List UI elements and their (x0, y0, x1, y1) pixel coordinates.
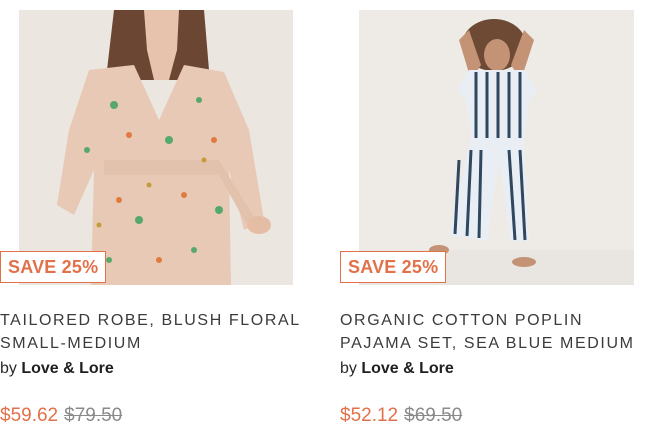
brand-link[interactable]: Love & Lore (361, 360, 453, 377)
sale-price: $52.12 (340, 405, 399, 426)
product-image[interactable] (359, 10, 634, 285)
product-title-line: SMALL-MEDIUM (0, 335, 142, 352)
product-title-line: PAJAMA SET, SEA BLUE MEDIUM (340, 335, 635, 352)
brand-link[interactable]: Love & Lore (21, 360, 113, 377)
product-title-line: TAILORED ROBE, BLUSH FLORAL (0, 312, 301, 329)
pajama-photo (359, 10, 634, 285)
discount-badge: SAVE 25% (0, 251, 107, 283)
discount-badge: SAVE 25% (340, 251, 447, 283)
price: $52.12 $69.50 (340, 405, 462, 427)
sale-price: $59.62 (0, 405, 59, 426)
robe-photo (19, 10, 293, 285)
product-title-line: ORGANIC COTTON POPLIN (340, 312, 584, 329)
product-title[interactable]: ORGANIC COTTON POPLIN PAJAMA SET, SEA BL… (340, 309, 650, 355)
by-label: by (0, 360, 22, 377)
product-image[interactable] (19, 10, 293, 285)
brand-line: by Love & Lore (0, 360, 114, 378)
brand-line: by Love & Lore (340, 360, 454, 378)
original-price: $69.50 (404, 405, 463, 426)
price: $59.62 $79.50 (0, 405, 122, 427)
product-grid: SAVE 25% TAILORED ROBE, BLUSH FLORAL SMA… (0, 0, 654, 430)
original-price: $79.50 (64, 405, 123, 426)
product-title[interactable]: TAILORED ROBE, BLUSH FLORAL SMALL-MEDIUM (0, 309, 310, 355)
by-label: by (340, 360, 362, 377)
